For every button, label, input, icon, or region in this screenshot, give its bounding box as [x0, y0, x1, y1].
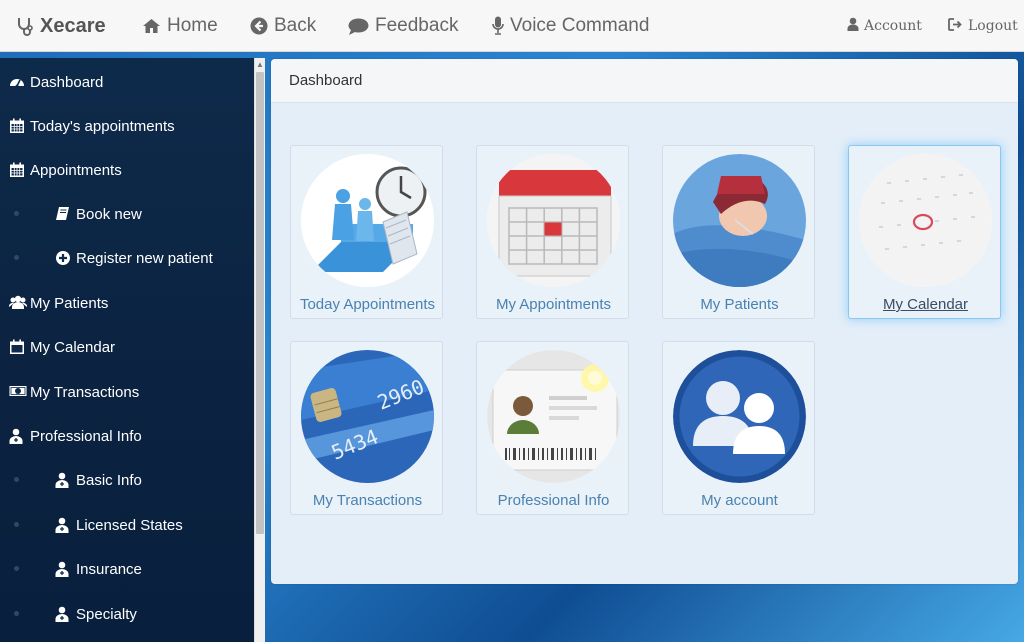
nav-feedback[interactable]: Feedback: [348, 0, 458, 52]
user-md-icon: [55, 606, 71, 622]
sidebar-item-label: Book new: [76, 205, 142, 223]
logout-label: Logout: [968, 18, 1018, 34]
tile-label: My Transactions: [312, 492, 423, 509]
clock-people-image: [301, 154, 434, 287]
microphone-icon: [492, 16, 504, 36]
sidebar-scrollbar[interactable]: ▲: [254, 58, 265, 642]
nav-feedback-label: Feedback: [375, 15, 459, 36]
scroll-up-arrow-icon[interactable]: ▲: [255, 60, 265, 70]
dashboard-icon: [9, 74, 25, 90]
tile-my-appointments[interactable]: My Appointments: [476, 145, 629, 319]
account-label: Account: [864, 18, 922, 34]
user-md-icon: [55, 472, 71, 488]
calendar-empty-icon: [9, 339, 25, 355]
id-card-image: [487, 350, 620, 483]
user-md-icon: [9, 428, 25, 444]
sidebar-item-register-new-patient[interactable]: Register new patient: [0, 236, 254, 280]
calendar-icon: [9, 118, 25, 134]
sidebar-item-dashboard[interactable]: Dashboard: [0, 60, 254, 104]
sidebar-item-label: Dashboard: [30, 73, 104, 91]
back-icon: [250, 17, 268, 35]
nav-voice-command[interactable]: Voice Command: [492, 0, 649, 52]
stethoscope-icon: [16, 16, 34, 36]
sidebar-item-insurance[interactable]: Insurance: [0, 547, 254, 591]
book-icon: [55, 206, 71, 222]
sidebar-item-label: Professional Info: [30, 427, 142, 445]
plus-circle-icon: [55, 250, 71, 266]
bullet-dot: [14, 477, 19, 482]
scrollbar-thumb[interactable]: [256, 72, 264, 534]
tile-my-calendar[interactable]: My Calendar: [848, 145, 1001, 319]
tile-label: Professional Info: [497, 492, 610, 509]
sidebar-item-label: Specialty: [76, 605, 137, 623]
sidebar: Dashboard Today's appointments Appointme…: [0, 58, 254, 642]
account-link[interactable]: Account: [847, 0, 922, 52]
user-md-icon: [55, 561, 71, 577]
tile-label: Today Appointments: [299, 296, 436, 313]
sidebar-item-label: My Calendar: [30, 338, 116, 356]
sidebar-item-label: My Transactions: [30, 383, 140, 401]
brand-link[interactable]: Xecare: [16, 0, 106, 52]
sidebar-item-label: Appointments: [30, 161, 122, 179]
users-image: [673, 350, 806, 483]
sidebar-item-todays-appointments[interactable]: Today's appointments: [0, 104, 254, 148]
calendar-image: [487, 154, 620, 287]
sidebar-item-label: My Patients: [30, 294, 109, 312]
calendar-circle-image: [859, 154, 992, 287]
brand-name: Xecare: [40, 14, 106, 37]
sidebar-item-my-calendar[interactable]: My Calendar: [0, 325, 254, 369]
sidebar-item-label: Register new patient: [76, 249, 213, 267]
nav-back-label: Back: [274, 15, 317, 36]
bullet-dot: [14, 566, 19, 571]
tile-label: My account: [701, 492, 778, 509]
panel-heading: Dashboard: [271, 59, 1018, 103]
tile-professional-info[interactable]: Professional Info: [476, 341, 629, 515]
tile-today-appointments[interactable]: Today Appointments: [290, 145, 443, 319]
bullet-dot: [14, 211, 19, 216]
sidebar-item-basic-info[interactable]: Basic Info: [0, 458, 254, 502]
page-title: Dashboard: [289, 72, 363, 89]
sidebar-item-label: Today's appointments: [30, 117, 175, 135]
sidebar-item-appointments[interactable]: Appointments: [0, 148, 254, 192]
nav-home-label: Home: [167, 15, 218, 36]
nav-voice-command-label: Voice Command: [510, 15, 650, 36]
home-icon: [142, 18, 161, 34]
sidebar-item-licensed-states[interactable]: Licensed States: [0, 503, 254, 547]
sidebar-item-label: Basic Info: [76, 471, 142, 489]
tile-my-account[interactable]: My account: [662, 341, 815, 515]
sidebar-item-specialty[interactable]: Specialty: [0, 592, 254, 636]
users-icon: [9, 295, 27, 311]
money-icon: [9, 384, 27, 400]
sick-patient-image: [673, 154, 806, 287]
sidebar-item-professional-info[interactable]: Professional Info: [0, 414, 254, 458]
dashboard-panel: Dashboard Today Appointments My Appointm…: [271, 59, 1018, 584]
comment-icon: [348, 18, 369, 35]
logout-link[interactable]: Logout: [948, 0, 1018, 52]
nav-home[interactable]: Home: [142, 0, 218, 52]
bullet-dot: [14, 522, 19, 527]
sidebar-item-book-new[interactable]: Book new: [0, 192, 254, 236]
tile-label: My Patients: [700, 296, 779, 313]
sidebar-item-my-patients[interactable]: My Patients: [0, 281, 254, 325]
top-navbar: Xecare Home Back Feedback Voice Command …: [0, 0, 1024, 52]
credit-card-image: 5434 2960: [301, 350, 434, 483]
sidebar-item-label: Licensed States: [76, 516, 183, 534]
nav-back[interactable]: Back: [250, 0, 316, 52]
bullet-dot: [14, 611, 19, 616]
sign-out-icon: [948, 17, 963, 35]
tile-label: My Appointments: [495, 296, 612, 313]
tile-label: My Calendar: [882, 296, 969, 313]
user-icon: [847, 17, 859, 35]
sidebar-item-label: Insurance: [76, 560, 142, 578]
calendar-icon: [9, 162, 25, 178]
bullet-dot: [14, 255, 19, 260]
sidebar-item-my-transactions[interactable]: My Transactions: [0, 370, 254, 414]
tile-my-patients[interactable]: My Patients: [662, 145, 815, 319]
user-md-icon: [55, 517, 71, 533]
tile-my-transactions[interactable]: 5434 2960 My Transactions: [290, 341, 443, 515]
